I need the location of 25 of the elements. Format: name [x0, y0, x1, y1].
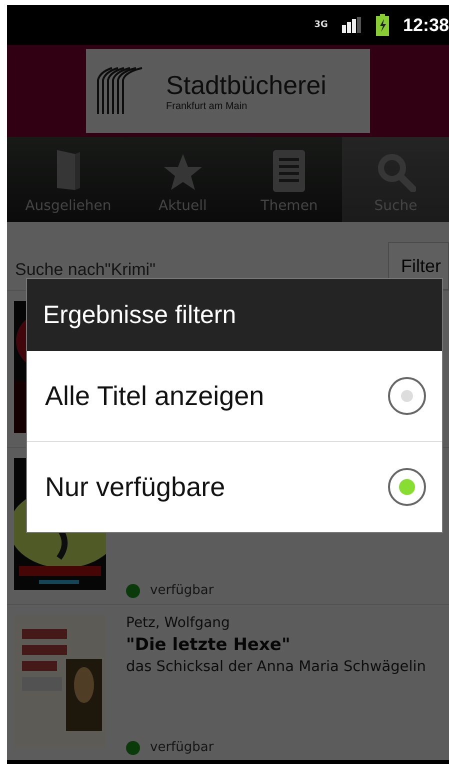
filter-option[interactable]: Alle Titel anzeigen [27, 351, 442, 441]
book-subtitle: das Schicksal der Anna Maria Schwägelin [126, 659, 427, 675]
logo-subtitle: Frankfurt am Main [166, 101, 248, 112]
availability-status: verfügbar [150, 740, 214, 755]
star-icon [162, 152, 203, 192]
nav-tab[interactable]: Aktuell [129, 137, 236, 222]
network-label: 3G [314, 20, 328, 30]
option-label: Alle Titel anzeigen [45, 380, 264, 412]
book-title: "Die letzte Hexe" [126, 635, 292, 655]
dialog-title: Ergebnisse filtern [27, 279, 442, 351]
search-icon [376, 152, 416, 192]
radio-button[interactable] [388, 468, 426, 506]
radio-button[interactable] [388, 377, 426, 415]
filter-option[interactable]: Nur verfügbare [27, 441, 442, 532]
nav-tab[interactable]: Ausgeliehen [7, 137, 130, 222]
option-label: Nur verfügbare [45, 472, 226, 502]
search-query: Suche nach"Krimi" [14, 260, 156, 281]
logo-title: Stadtbücherei [166, 70, 326, 101]
battery-icon [376, 14, 389, 36]
nav-tab[interactable]: Themen [236, 137, 342, 222]
clock: 12:38 [402, 14, 449, 36]
list-icon [273, 150, 306, 192]
availability-status: verfügbar [150, 583, 214, 598]
author-name: Petz, Wolfgang [126, 615, 231, 631]
signal-icon [342, 17, 362, 33]
